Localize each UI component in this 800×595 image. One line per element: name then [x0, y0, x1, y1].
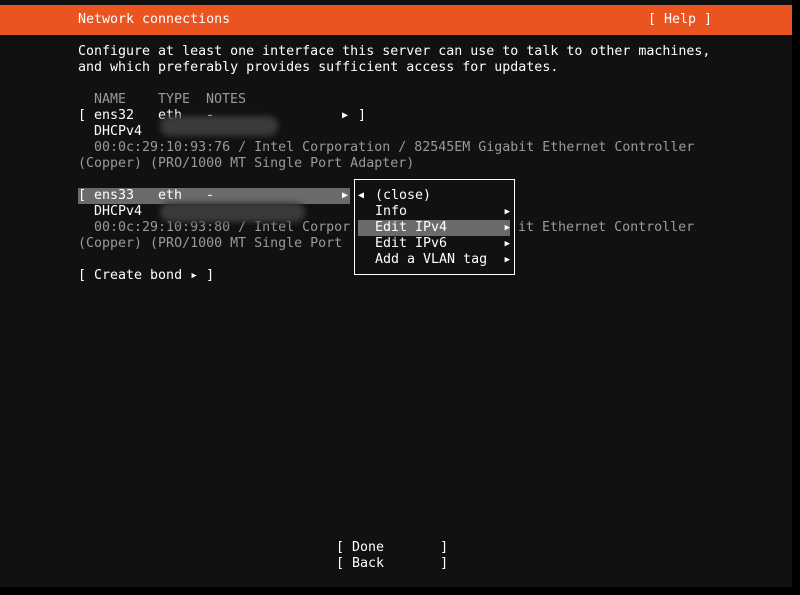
- menu-item-info[interactable]: Info ▶: [358, 204, 510, 220]
- column-notes: NOTES: [206, 92, 247, 107]
- redacted-ip: [160, 202, 305, 222]
- interface-name: ens33: [94, 188, 135, 203]
- interface-mac: 00:0c:29:10:93:76 / Intel Corporation / …: [94, 140, 695, 155]
- column-type: TYPE: [158, 92, 191, 107]
- arrow-right-icon: ▶: [504, 255, 510, 265]
- redacted-ip: [160, 116, 278, 136]
- arrow-right-icon: ▶: [342, 190, 349, 201]
- interface-detail: (Copper) (PRO/1000 MT Single Port: [78, 236, 343, 251]
- arrow-right-icon: ▶: [342, 110, 349, 121]
- done-button[interactable]: [ Done ]: [336, 540, 448, 556]
- bracket-open: [: [78, 188, 87, 203]
- arrow-left-icon: ◀: [358, 190, 365, 201]
- menu-item-edit-ipv6[interactable]: Edit IPv6 ▶: [358, 236, 510, 252]
- help-button[interactable]: [ Help ]: [648, 12, 712, 28]
- interface-mac-tail: it Ethernet Controller: [518, 220, 695, 235]
- interface-address: DHCPv4: [94, 124, 143, 139]
- description-line-1: Configure at least one interface this se…: [78, 44, 711, 59]
- bracket-open: [: [78, 108, 87, 123]
- interface-name: ens32: [94, 108, 135, 123]
- interface-action-menu: ◀ (close) Info ▶ Edit IPv4 ▶ Edit IPv6 ▶…: [354, 179, 515, 275]
- arrow-right-icon: ▶: [504, 207, 510, 217]
- create-bond-button[interactable]: [ Create bond ▸ ]: [78, 268, 214, 284]
- back-button[interactable]: [ Back ]: [336, 556, 448, 572]
- description-line-2: and which preferably provides sufficient…: [78, 60, 559, 75]
- menu-item-close[interactable]: ◀ (close): [358, 188, 510, 204]
- bracket-close: ]: [358, 108, 367, 123]
- arrow-right-icon: ▶: [504, 239, 510, 249]
- menu-item-edit-ipv4[interactable]: Edit IPv4 ▶: [358, 220, 510, 236]
- arrow-right-icon: ▶: [504, 223, 510, 233]
- header-bar: Network connections [ Help ]: [0, 5, 792, 35]
- column-name: NAME: [94, 92, 127, 107]
- interface-address: DHCPv4: [94, 204, 143, 219]
- menu-item-add-vlan-tag[interactable]: Add a VLAN tag ▶: [358, 252, 510, 268]
- interface-detail: (Copper) (PRO/1000 MT Single Port Adapte…: [78, 156, 415, 171]
- installer-screen: Network connections [ Help ] Configure a…: [0, 0, 792, 587]
- interface-mac: 00:0c:29:10:93:80 / Intel Corpor: [94, 220, 351, 235]
- page-title: Network connections: [78, 12, 231, 27]
